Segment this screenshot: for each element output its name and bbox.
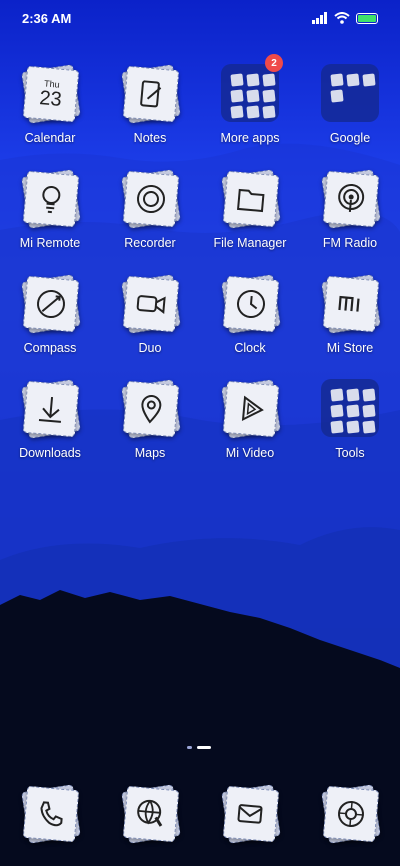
dock-browser[interactable]: [119, 782, 181, 844]
clock-icon: [237, 290, 265, 318]
status-bar: 2:36 AM: [0, 0, 400, 36]
app-mi-video[interactable]: Mi Video: [200, 377, 300, 460]
app-downloads[interactable]: Downloads: [0, 377, 100, 460]
app-label: File Manager: [213, 236, 287, 250]
message-icon: [237, 804, 263, 824]
app-compass[interactable]: Compass: [0, 272, 100, 355]
app-clock[interactable]: Clock: [200, 272, 300, 355]
calendar-date: 23: [38, 87, 63, 111]
compass-icon: [37, 290, 65, 318]
dock: [0, 782, 400, 844]
notification-badge: 2: [265, 54, 283, 72]
app-mi-store[interactable]: Mi Store: [300, 272, 400, 355]
folder-icon: [221, 64, 279, 122]
app-file-manager[interactable]: File Manager: [200, 167, 300, 250]
dock-camera[interactable]: [319, 782, 381, 844]
app-notes[interactable]: Notes: [100, 62, 200, 145]
app-calendar[interactable]: Thu 23 Calendar: [0, 62, 100, 145]
download-icon: [38, 396, 61, 423]
signal-icon: [312, 12, 327, 24]
app-label: Clock: [234, 341, 266, 355]
mi-logo-icon: [338, 295, 360, 312]
app-maps[interactable]: Maps: [100, 377, 200, 460]
page-dot-2[interactable]: [197, 746, 211, 749]
app-label: Google: [329, 131, 371, 145]
app-label: More apps: [220, 131, 280, 145]
app-fm-radio[interactable]: FM Radio: [300, 167, 400, 250]
app-recorder[interactable]: Recorder: [100, 167, 200, 250]
app-label: Mi Video: [225, 446, 275, 460]
battery-icon: [356, 12, 378, 24]
clock-text: 2:36 AM: [22, 10, 72, 26]
app-label: Duo: [138, 341, 162, 355]
phone-icon: [40, 801, 63, 827]
app-label: Mi Remote: [19, 236, 81, 250]
play-icon: [241, 395, 264, 422]
map-pin-icon: [141, 395, 162, 424]
video-camera-icon: [136, 295, 166, 314]
app-label: FM Radio: [322, 236, 378, 250]
camera-icon: [338, 801, 364, 827]
folder-google[interactable]: Google: [300, 62, 400, 145]
dock-messages[interactable]: [219, 782, 281, 844]
dock-phone[interactable]: [19, 782, 81, 844]
page-dot-1[interactable]: [187, 746, 192, 749]
app-label: Downloads: [19, 446, 81, 460]
notes-icon: [140, 80, 162, 108]
folder-file-icon: [237, 188, 265, 213]
app-label: Maps: [134, 446, 166, 460]
app-label: Tools: [335, 446, 365, 460]
page-indicator[interactable]: [187, 746, 211, 749]
lightbulb-icon: [42, 186, 61, 214]
app-duo[interactable]: Duo: [100, 272, 200, 355]
record-icon: [137, 185, 165, 213]
calendar-icon: Thu 23: [22, 65, 80, 123]
app-grid: Thu 23 Calendar Notes 2 More apps Google…: [0, 54, 400, 460]
folder-more-apps[interactable]: 2 More apps: [200, 54, 300, 145]
folder-icon: [321, 379, 379, 437]
app-label: Mi Store: [326, 341, 374, 355]
app-mi-remote[interactable]: Mi Remote: [0, 167, 100, 250]
app-label: Compass: [23, 341, 77, 355]
folder-icon: [321, 64, 379, 122]
radio-icon: [338, 184, 365, 213]
wifi-icon: [334, 12, 350, 24]
folder-tools[interactable]: Tools: [300, 377, 400, 460]
globe-icon: [137, 799, 163, 827]
app-label: Calendar: [24, 131, 76, 145]
app-label: Notes: [133, 131, 167, 145]
app-label: Recorder: [124, 236, 176, 250]
